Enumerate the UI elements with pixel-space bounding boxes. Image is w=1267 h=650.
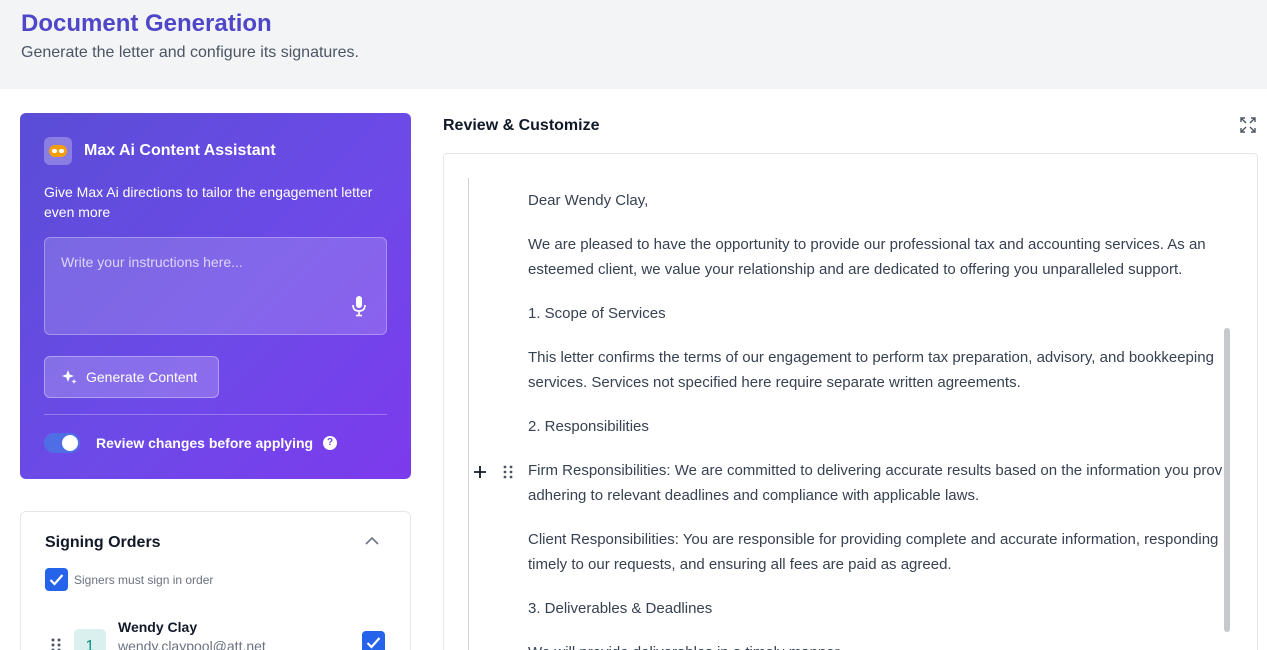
signer-email: wendy.claypool@att.net [118, 638, 266, 650]
editor-gutter-line [468, 178, 469, 650]
document-paragraph: Firm Responsibilities: We are committed … [528, 458, 1222, 508]
review-changes-toggle[interactable] [44, 433, 80, 453]
generate-content-label: Generate Content [86, 369, 198, 385]
document-paragraph: We will provide deliverables in a timely… [528, 640, 1222, 650]
document-paragraph: Client Responsibilities: You are respons… [528, 527, 1222, 577]
document-paragraph: This letter confirms the terms of our en… [528, 345, 1222, 395]
document-line: 1. Scope of Services [528, 305, 666, 322]
drag-handle-icon[interactable] [50, 638, 62, 650]
document-line: Firm Responsibilities: We are committed … [528, 462, 1222, 479]
drag-handle-icon[interactable] [503, 465, 513, 479]
microphone-icon[interactable] [351, 295, 367, 317]
signing-orders-card: Signing Orders Signers must sign in orde… [20, 511, 411, 650]
document-line: 3. Deliverables & Deadlines [528, 600, 713, 617]
plus-icon[interactable] [473, 465, 487, 479]
ai-assistant-title: Max Ai Content Assistant [84, 142, 276, 159]
chevron-up-icon[interactable] [364, 535, 380, 547]
sign-in-order-label: Signers must sign in order [74, 573, 214, 587]
document-line: 2. Responsibilities [528, 418, 649, 435]
document-line: We will provide deliverables in a timely… [528, 640, 1222, 650]
document-line: services. Services not specified here re… [528, 374, 1021, 391]
document-paragraph: 3. Deliverables & Deadlines [528, 596, 1222, 621]
document-body[interactable]: Dear Wendy Clay, We are pleased to have t… [528, 188, 1222, 650]
document-line: This letter confirms the terms of our en… [528, 349, 1214, 366]
document-paragraph: 2. Responsibilities [528, 414, 1222, 439]
scrollbar[interactable] [1224, 328, 1230, 632]
expand-icon[interactable] [1239, 116, 1257, 134]
document-paragraph: 1. Scope of Services [528, 301, 1222, 326]
document-line: We are pleased to have the opportunity t… [528, 236, 1206, 253]
signer-checkbox[interactable] [362, 631, 385, 650]
document-line: timely to our requests, and ensuring all… [528, 556, 952, 573]
review-title: Review & Customize [443, 117, 600, 134]
ai-assistant-description: Give Max Ai directions to tailor the eng… [44, 184, 373, 220]
document-line: adhering to relevant deadlines and compl… [528, 487, 980, 504]
generate-content-button[interactable]: Generate Content [44, 356, 219, 398]
ai-assistant-card: Max Ai Content Assistant Give Max Ai dir… [20, 113, 411, 479]
robot-icon [44, 137, 72, 165]
ai-instructions-box [44, 237, 387, 335]
page-subtitle: Generate the letter and configure its si… [21, 44, 359, 61]
document-paragraph: Dear Wendy Clay, [528, 188, 1222, 213]
page-header: Document Generation Generate the letter … [0, 0, 1267, 89]
document-line: Client Responsibilities: You are respons… [528, 531, 1219, 548]
page-title: Document Generation [21, 10, 272, 37]
divider [44, 414, 387, 415]
sign-in-order-checkbox[interactable] [45, 568, 68, 591]
document-line: esteemed client, we value your relations… [528, 261, 1183, 278]
question-icon[interactable]: ? [323, 436, 337, 450]
ai-instructions-input[interactable] [61, 254, 351, 314]
sparkle-icon [62, 370, 77, 384]
signer-name: Wendy Clay [118, 619, 198, 635]
document-paragraph: We are pleased to have the opportunity t… [528, 232, 1222, 282]
document-editor[interactable]: Dear Wendy Clay, We are pleased to have t… [443, 153, 1258, 650]
signing-orders-title: Signing Orders [45, 534, 161, 551]
signer-order-badge: 1 [74, 629, 106, 650]
document-line: Dear Wendy Clay, [528, 192, 649, 209]
review-changes-label: Review changes before applying [96, 435, 314, 451]
